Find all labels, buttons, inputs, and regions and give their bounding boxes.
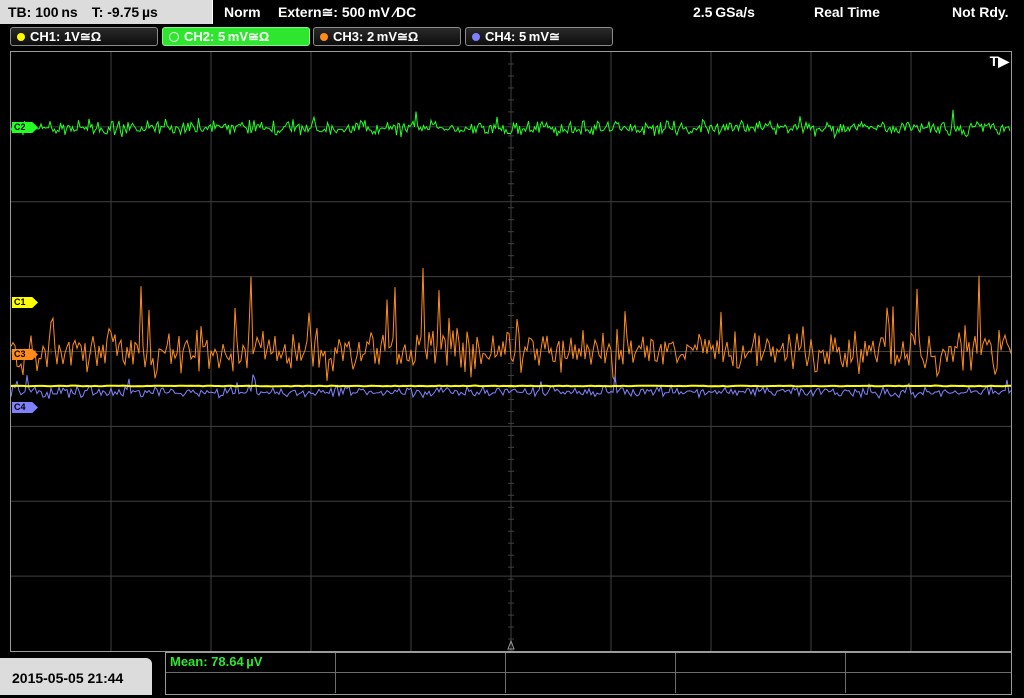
trigger-indicator-icon: T▶ — [989, 53, 1009, 69]
timebase-panel[interactable]: TB: 100 ns T: -9.75 µs — [0, 0, 213, 24]
measurement-cell[interactable] — [336, 673, 506, 693]
bottom-bar: 2015-05-05 21:44 Mean: 78.64 µV — [0, 652, 1024, 695]
measurement-cell[interactable] — [336, 653, 506, 673]
measurement-cell[interactable]: Mean: 78.64 µV — [166, 653, 336, 673]
measurement-cell[interactable] — [676, 673, 846, 693]
ch1-label: CH1: 1V≅Ω — [30, 29, 102, 44]
tab-ch3[interactable]: CH3: 2 mV≅Ω — [313, 27, 461, 46]
acquisition-mode[interactable]: Real Time — [814, 0, 880, 24]
tab-ch1[interactable]: CH1: 1V≅Ω — [10, 27, 158, 46]
mean-measurement: Mean: 78.64 µV — [170, 654, 263, 669]
measurement-cell[interactable] — [506, 673, 676, 693]
ch1-color-dot — [17, 32, 25, 41]
ch3-color-dot — [320, 32, 328, 41]
ch2-label: CH2: 5 mV≅Ω — [184, 29, 270, 44]
datetime-display: 2015-05-05 21:44 — [0, 658, 152, 695]
measurement-cell[interactable] — [846, 653, 1011, 673]
ready-state: Not Rdy. — [952, 4, 1009, 20]
ch1-trace — [11, 384, 1011, 388]
sample-rate[interactable]: 2.5 GSa/s — [693, 0, 755, 24]
channel-tabs: CH1: 1V≅Ω CH2: 5 mV≅Ω CH3: 2 mV≅Ω CH4: 5… — [0, 26, 1024, 48]
ch3-label: CH3: 2 mV≅Ω — [333, 29, 419, 44]
measurement-cell[interactable] — [676, 653, 846, 673]
trigger-mode[interactable]: Norm — [224, 0, 261, 24]
trigger-source[interactable]: Extern≅: 500 mV ∕DC — [278, 0, 416, 24]
timebase-value: TB: 100 ns — [8, 4, 78, 20]
trigger-time-value: T: -9.75 µs — [91, 4, 158, 20]
tab-ch4[interactable]: CH4: 5 mV≅ — [465, 27, 613, 46]
measurement-panel[interactable]: Mean: 78.64 µV — [165, 652, 1012, 695]
ch4-label: CH4: 5 mV≅ — [485, 29, 560, 44]
waveform-display[interactable]: C2 C1 C3 C4 T▶ — [10, 51, 1012, 652]
measurement-cell[interactable] — [506, 653, 676, 673]
ch2-color-dot — [169, 31, 179, 42]
ch4-color-dot — [472, 32, 480, 41]
measurement-cell[interactable] — [846, 673, 1011, 693]
measurement-cell[interactable] — [166, 673, 336, 693]
status-bar: TB: 100 ns T: -9.75 µs Norm Extern≅: 500 … — [0, 0, 1024, 24]
waveform-canvas — [11, 52, 1011, 651]
tab-ch2[interactable]: CH2: 5 mV≅Ω — [162, 27, 310, 46]
